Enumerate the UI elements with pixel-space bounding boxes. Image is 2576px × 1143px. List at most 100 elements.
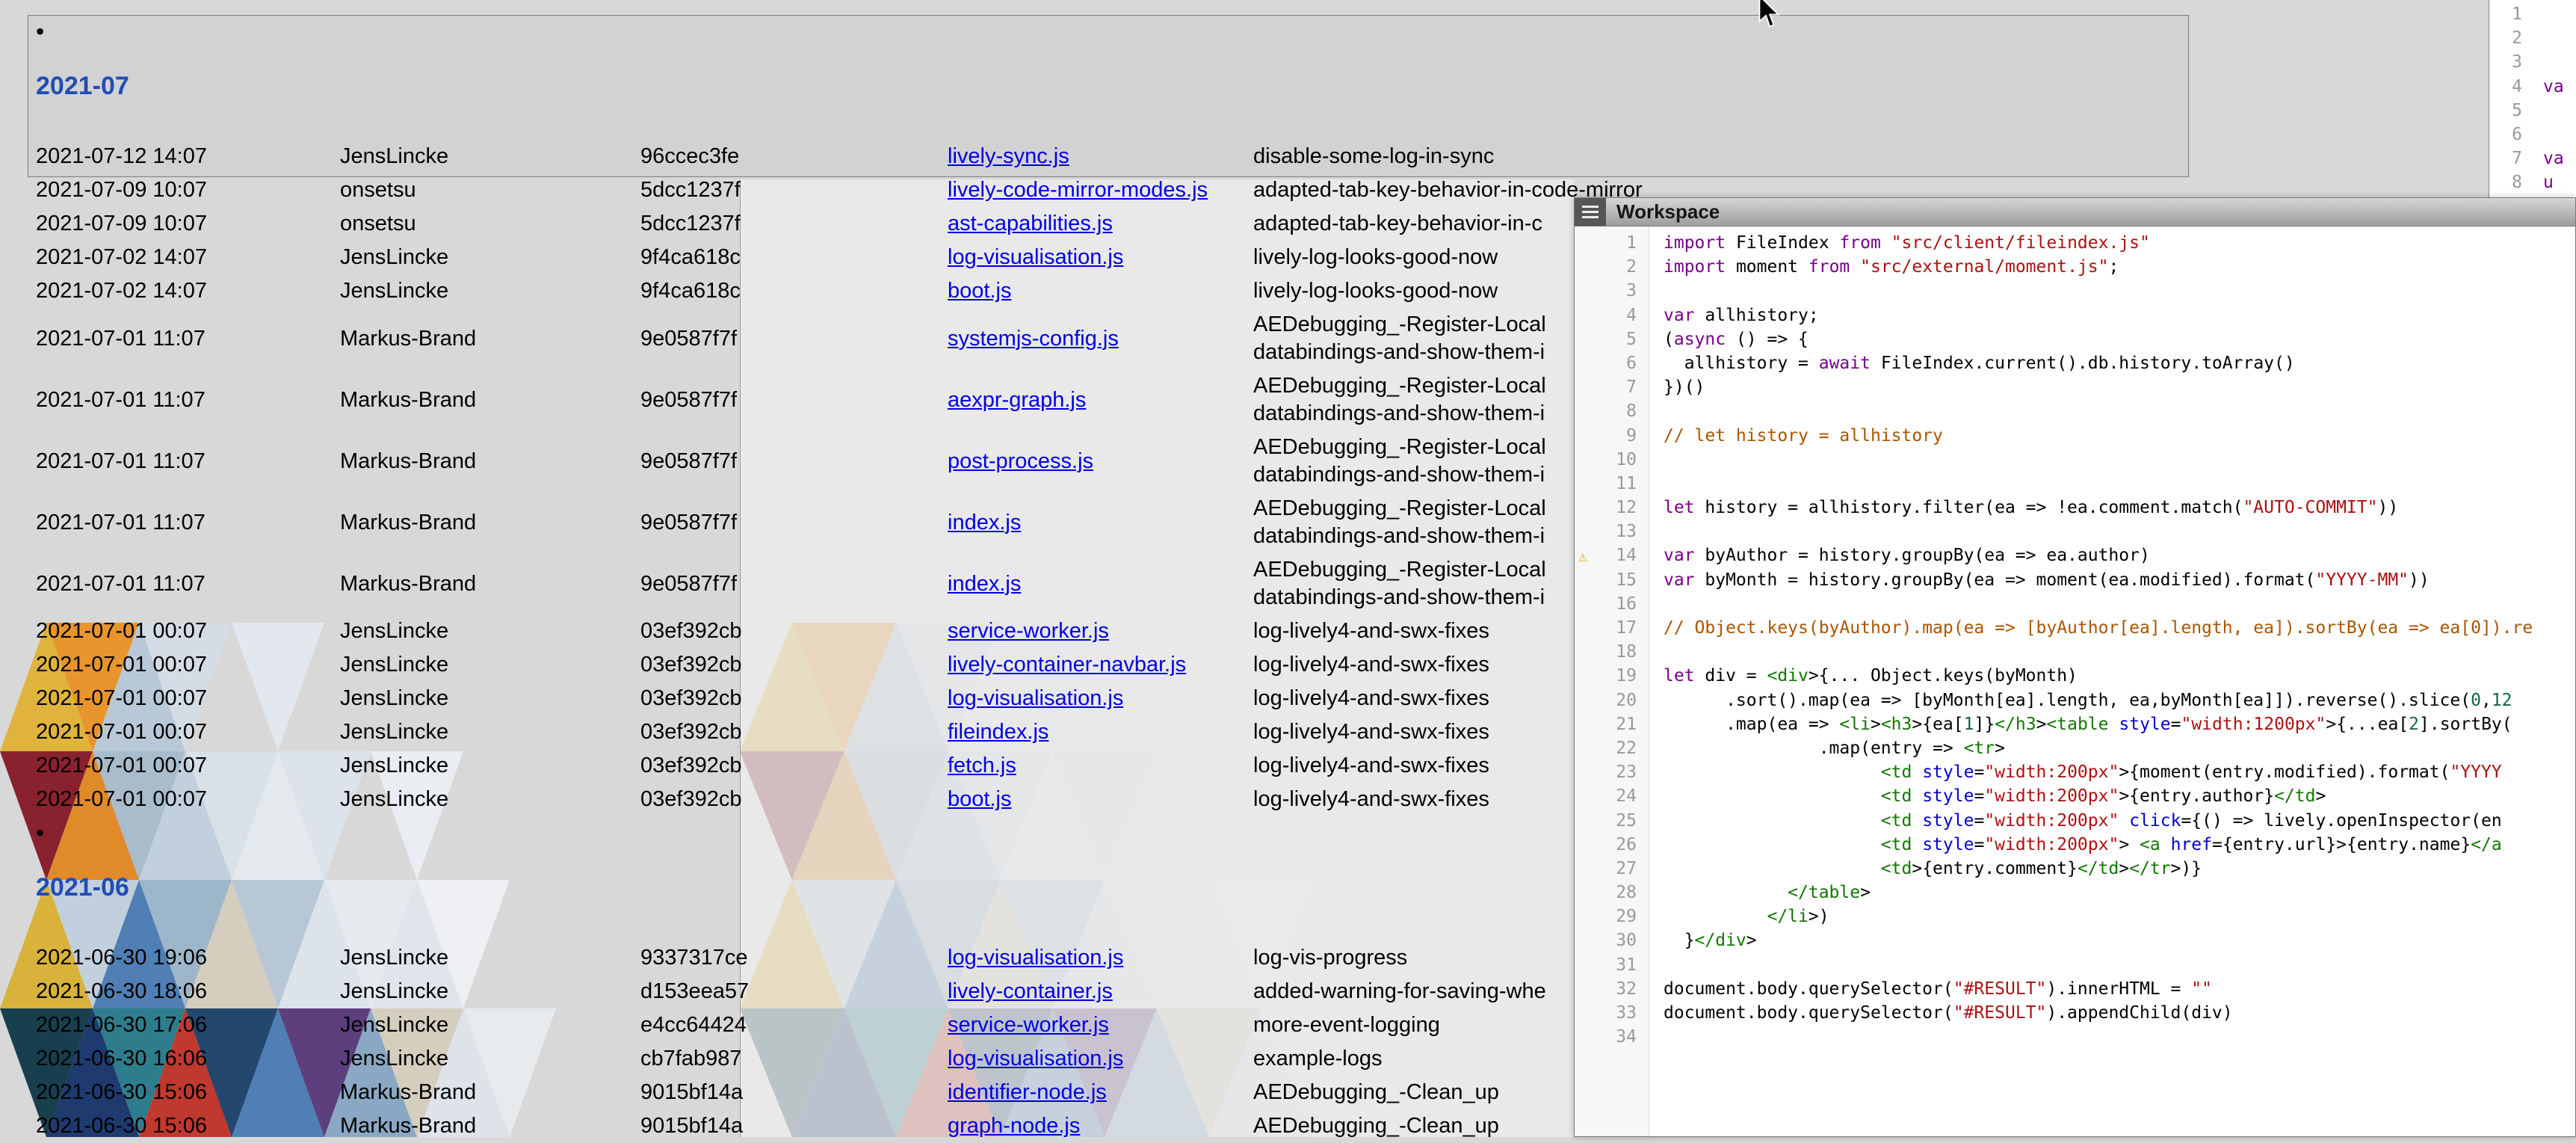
line-number: 5 <box>1575 327 1649 351</box>
commit-author: Markus-Brand <box>340 388 640 413</box>
commit-file-link[interactable]: boot.js <box>948 279 1011 303</box>
line-number: 13 <box>1575 520 1649 543</box>
commit-file-link[interactable]: fetch.js <box>948 754 1016 777</box>
commit-date: 2021-07-09 10:07 <box>36 212 340 236</box>
commit-author: Markus-Brand <box>340 1080 640 1105</box>
line-number: 29 <box>1575 905 1649 928</box>
commit-hash[interactable]: cb7fab987 <box>640 1047 948 1071</box>
commit-hash[interactable]: 03ef392cb <box>640 787 948 812</box>
commit-hash[interactable]: e4cc64424 <box>640 1013 948 1038</box>
editor-code[interactable]: import FileIndex from "src/client/filein… <box>1650 227 2575 1136</box>
commit-hash[interactable]: 03ef392cb <box>640 619 948 644</box>
code-line: // Object.keys(byAuthor).map(ea => [byAu… <box>1664 616 2575 640</box>
code-line <box>1664 1025 2575 1049</box>
commit-file-link[interactable]: aexpr-graph.js <box>948 388 1086 412</box>
commit-hash[interactable]: 03ef392cb <box>640 686 948 711</box>
commit-hash[interactable]: 9e0587f7f <box>640 449 948 474</box>
commit-hash[interactable]: 5dcc1237f <box>640 178 948 203</box>
commit-file-cell: log-visualisation.js <box>948 946 1253 970</box>
commit-date: 2021-06-30 18:06 <box>36 979 340 1004</box>
commit-file-cell: post-process.js <box>948 449 1253 474</box>
code-line: <td>{entry.comment}</td></tr>)} <box>1664 857 2575 881</box>
code-line: document.body.querySelector("#RESULT").i… <box>1664 977 2575 1001</box>
code-line <box>1664 640 2575 664</box>
commit-author: JensLincke <box>340 979 640 1004</box>
commit-date: 2021-07-01 00:07 <box>36 619 340 644</box>
line-number: 20 <box>1575 688 1649 712</box>
commit-comment-line: disable-some-log-in-sync <box>1253 143 2188 170</box>
commit-author: JensLincke <box>340 1047 640 1071</box>
commit-author: Markus-Brand <box>340 1114 640 1139</box>
commit-hash[interactable]: 9337317ce <box>640 946 948 970</box>
commit-file-link[interactable]: service-worker.js <box>948 619 1109 643</box>
commit-file-link[interactable]: systemjs-config.js <box>948 327 1119 351</box>
commit-file-link[interactable]: boot.js <box>948 787 1011 811</box>
commit-file-link[interactable]: identifier-node.js <box>948 1080 1107 1104</box>
commit-hash[interactable]: 03ef392cb <box>640 653 948 677</box>
workspace-window: Workspace 1234567891011121314⚠1516171819… <box>1574 197 2576 1137</box>
code-line: <td style="width:200px"> <a href={entry.… <box>1664 833 2575 857</box>
side-line-number: 7 <box>2489 147 2522 170</box>
commit-date: 2021-07-01 00:07 <box>36 754 340 778</box>
code-line: })() <box>1664 375 2575 399</box>
desktop: •2021-072021-07-12 14:07JensLincke96ccec… <box>0 0 2576 1137</box>
commit-file-link[interactable]: ast-capabilities.js <box>948 212 1113 235</box>
commit-file-cell: log-visualisation.js <box>948 686 1253 711</box>
commit-hash[interactable]: 9e0587f7f <box>640 511 948 535</box>
commit-file-link[interactable]: fileindex.js <box>948 720 1048 744</box>
commit-hash[interactable]: d153eea57 <box>640 979 948 1004</box>
commit-date: 2021-07-01 11:07 <box>36 449 340 474</box>
commit-file-link[interactable]: index.js <box>948 511 1021 534</box>
side-editor-line: 1 <box>2489 2 2576 26</box>
code-line: <td style="width:200px" click={() => liv… <box>1664 809 2575 833</box>
commit-date: 2021-07-01 00:07 <box>36 686 340 711</box>
commit-hash[interactable]: 9015bf14a <box>640 1114 948 1139</box>
commit-hash[interactable]: 5dcc1237f <box>640 212 948 236</box>
commit-file-link[interactable]: index.js <box>948 572 1021 596</box>
commit-author: Markus-Brand <box>340 327 640 351</box>
commit-file-link[interactable]: lively-container.js <box>948 979 1113 1003</box>
code-line <box>1664 448 2575 472</box>
commit-hash[interactable]: 9e0587f7f <box>640 572 948 597</box>
commit-hash[interactable]: 9f4ca618c <box>640 279 948 304</box>
commit-file-link[interactable]: log-visualisation.js <box>948 946 1123 970</box>
commit-hash[interactable]: 03ef392cb <box>640 720 948 745</box>
line-number: 15 <box>1575 568 1649 592</box>
commit-hash[interactable]: 9f4ca618c <box>640 245 948 270</box>
commit-hash[interactable]: 9e0587f7f <box>640 327 948 351</box>
commit-hash[interactable]: 96ccec3fe <box>640 144 948 169</box>
commit-file-link[interactable]: graph-node.js <box>948 1114 1080 1138</box>
commit-file-link[interactable]: lively-code-mirror-modes.js <box>948 178 1208 202</box>
side-code-editor[interactable]: 1234va567va8u <box>2489 0 2576 200</box>
line-number: 11 <box>1575 472 1649 496</box>
commit-date: 2021-07-02 14:07 <box>36 245 340 270</box>
commit-file-link[interactable]: lively-sync.js <box>948 144 1069 168</box>
commit-date: 2021-07-02 14:07 <box>36 279 340 304</box>
commit-hash[interactable]: 9e0587f7f <box>640 388 948 413</box>
commit-file-link[interactable]: log-visualisation.js <box>948 245 1123 269</box>
commit-hash[interactable]: 9015bf14a <box>640 1080 948 1105</box>
commit-row: 2021-07-12 14:07JensLincke96ccec3felivel… <box>36 140 2188 173</box>
commit-file-link[interactable]: post-process.js <box>948 449 1093 473</box>
commit-date: 2021-07-01 00:07 <box>36 653 340 677</box>
window-menu-button[interactable] <box>1575 198 1606 226</box>
commit-date: 2021-06-30 16:06 <box>36 1047 340 1071</box>
commit-hash[interactable]: 03ef392cb <box>640 754 948 778</box>
commit-file-cell: lively-code-mirror-modes.js <box>948 178 1253 203</box>
commit-date: 2021-06-30 15:06 <box>36 1114 340 1139</box>
commit-file-link[interactable]: service-worker.js <box>948 1013 1109 1037</box>
side-line-number: 3 <box>2489 50 2522 74</box>
code-editor[interactable]: 1234567891011121314⚠15161718192021222324… <box>1575 227 2575 1136</box>
commit-date: 2021-07-12 14:07 <box>36 144 340 169</box>
commit-file-link[interactable]: log-visualisation.js <box>948 686 1123 710</box>
commit-author: JensLincke <box>340 144 640 169</box>
commit-file-link[interactable]: lively-container-navbar.js <box>948 653 1186 677</box>
commit-author: JensLincke <box>340 686 640 711</box>
commit-file-link[interactable]: log-visualisation.js <box>948 1047 1123 1070</box>
commit-file-cell: identifier-node.js <box>948 1080 1253 1105</box>
side-line-number: 2 <box>2489 26 2522 50</box>
commit-author: JensLincke <box>340 946 640 970</box>
line-number: 8 <box>1575 399 1649 423</box>
workspace-titlebar[interactable]: Workspace <box>1575 198 2575 227</box>
line-number: 6 <box>1575 351 1649 375</box>
